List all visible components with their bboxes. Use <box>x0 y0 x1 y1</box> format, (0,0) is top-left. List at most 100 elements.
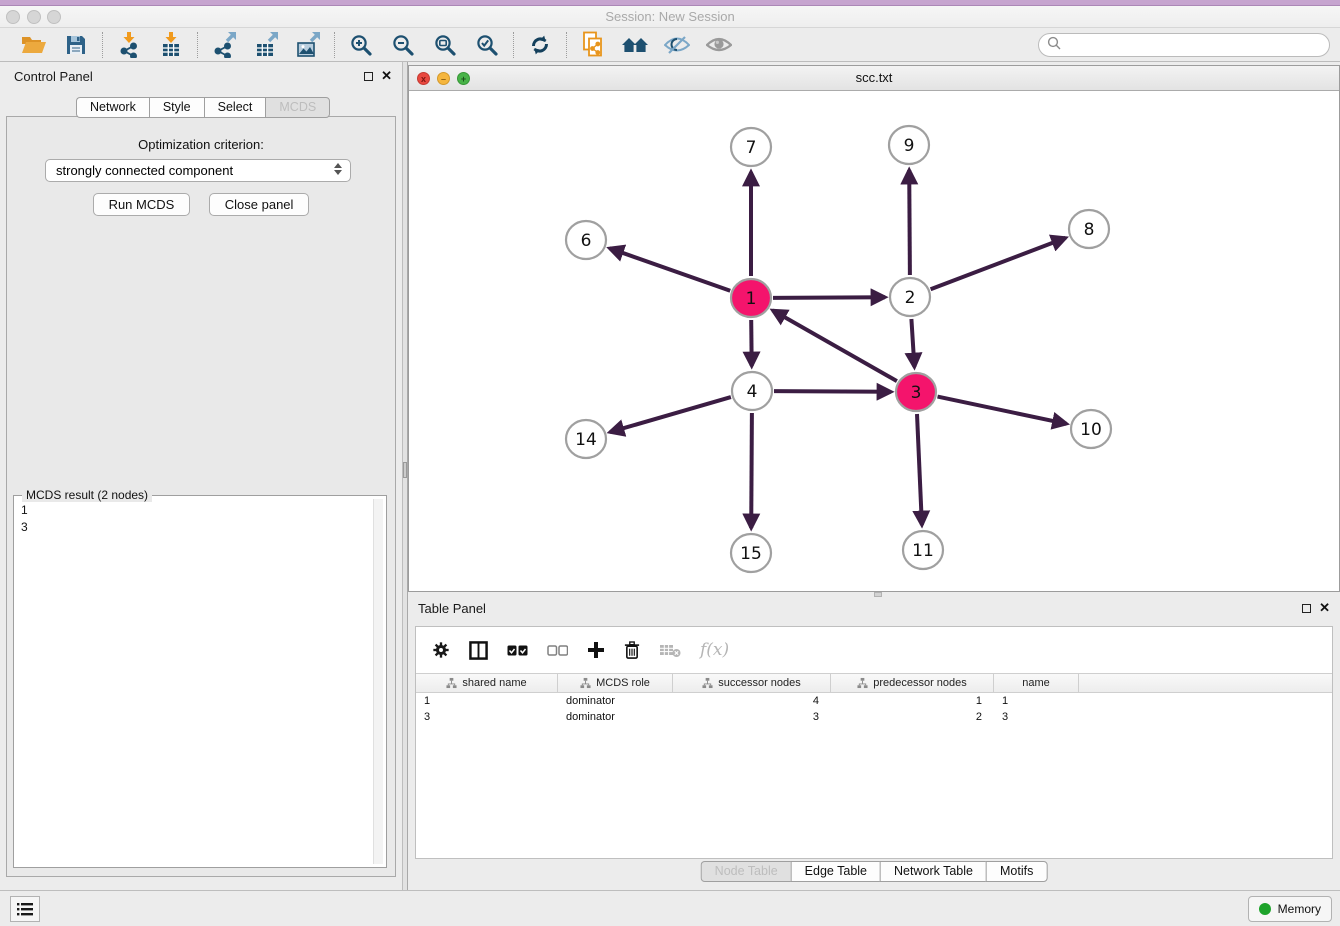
import-table-icon[interactable] <box>157 30 185 60</box>
tab-select[interactable]: Select <box>204 97 266 118</box>
graph-node-2[interactable]: 2 <box>890 278 930 316</box>
refresh-icon[interactable] <box>526 30 554 60</box>
open-session-icon[interactable] <box>20 30 48 60</box>
column-header-shared-name[interactable]: shared name <box>416 674 558 692</box>
network-window-titlebar[interactable]: x – + scc.txt <box>409 66 1339 91</box>
maximize-window-button[interactable] <box>47 10 61 24</box>
graph-node-4[interactable]: 4 <box>732 372 772 410</box>
search-input[interactable] <box>1066 36 1329 54</box>
zoom-selected-icon[interactable] <box>473 30 501 60</box>
show-graphics-details-icon[interactable] <box>705 30 733 60</box>
graph-node-10[interactable]: 10 <box>1071 410 1111 448</box>
minimize-window-button[interactable] <box>27 10 41 24</box>
optimization-criterion-label: Optimization criterion: <box>7 137 395 152</box>
close-panel-icon[interactable]: ✕ <box>381 70 392 82</box>
mcds-result-group: MCDS result (2 nodes) 1 3 <box>13 495 387 868</box>
titlebar[interactable]: Session: New Session <box>0 6 1340 28</box>
show-all-networks-icon[interactable] <box>621 30 649 60</box>
show-column-icon[interactable] <box>469 641 488 660</box>
edge-2-9[interactable] <box>909 170 910 275</box>
tab-network-table[interactable]: Network Table <box>880 861 986 882</box>
edge-3-11[interactable] <box>917 414 922 525</box>
right-column: x – + scc.txt 7968124314101511 <box>408 62 1340 890</box>
edge-4-3[interactable] <box>774 391 891 392</box>
float-panel-icon[interactable] <box>1302 604 1311 613</box>
search-box[interactable] <box>1038 33 1330 57</box>
table-panel-header: Table Panel ✕ <box>408 597 1340 621</box>
run-mcds-button[interactable]: Run MCDS <box>93 193 191 216</box>
status-bar: Memory <box>0 890 1340 926</box>
graph-node-14[interactable]: 14 <box>566 420 606 458</box>
graph-node-7[interactable]: 7 <box>731 128 771 166</box>
edge-2-8[interactable] <box>931 238 1066 289</box>
delete-row-icon[interactable] <box>624 640 640 660</box>
memory-button[interactable]: Memory <box>1248 896 1332 922</box>
column-header-name[interactable]: name <box>994 674 1079 692</box>
hide-graphics-details-icon[interactable] <box>663 30 691 60</box>
hierarchy-icon <box>580 677 591 689</box>
zoom-out-icon[interactable] <box>389 30 417 60</box>
graph-node-15[interactable]: 15 <box>731 534 771 572</box>
import-network-icon[interactable] <box>115 30 143 60</box>
edge-1-6[interactable] <box>610 248 731 290</box>
edge-3-1[interactable] <box>773 310 897 381</box>
tab-node-table[interactable]: Node Table <box>701 861 791 882</box>
edge-1-4[interactable] <box>751 320 752 366</box>
edge-4-15[interactable] <box>751 413 752 528</box>
table-row[interactable]: 3 dominator 3 2 3 <box>416 709 1332 725</box>
edge-2-3[interactable] <box>911 319 914 367</box>
task-history-button[interactable] <box>10 896 40 922</box>
tab-edge-table[interactable]: Edge Table <box>791 861 880 882</box>
close-window-button[interactable] <box>6 10 20 24</box>
select-all-icon[interactable] <box>507 645 528 656</box>
close-panel-icon[interactable]: ✕ <box>1319 602 1330 614</box>
graph-node-6[interactable]: 6 <box>566 221 606 259</box>
svg-text:1: 1 <box>746 289 757 309</box>
result-scrollbar[interactable] <box>373 499 383 864</box>
deselect-all-icon[interactable] <box>547 645 568 656</box>
edge-4-14[interactable] <box>610 397 731 432</box>
column-header-mcds-role[interactable]: MCDS role <box>558 674 673 692</box>
export-table-icon[interactable] <box>252 30 280 60</box>
splitter-handle[interactable] <box>403 462 407 478</box>
add-row-icon[interactable] <box>587 641 605 659</box>
network-minimize-button[interactable]: – <box>437 72 450 85</box>
zoom-in-icon[interactable] <box>347 30 375 60</box>
delete-table-icon[interactable] <box>659 643 681 658</box>
table-header-row: shared name MCDS role successor nodes <box>416 673 1332 693</box>
graph-node-1[interactable]: 1 <box>731 279 771 317</box>
column-header-predecessor-nodes[interactable]: predecessor nodes <box>831 674 994 692</box>
tab-style[interactable]: Style <box>149 97 204 118</box>
network-canvas[interactable]: 7 9 6 8 1 2 4 3 14 10 15 11 <box>409 91 1339 591</box>
network-close-button[interactable]: x <box>417 72 430 85</box>
graph-node-8[interactable]: 8 <box>1069 210 1109 248</box>
edge-3-10[interactable] <box>938 397 1067 424</box>
export-image-icon[interactable] <box>294 30 322 60</box>
column-header-successor-nodes[interactable]: successor nodes <box>673 674 831 692</box>
zoom-fit-icon[interactable] <box>431 30 459 60</box>
apply-function-icon[interactable]: f(x) <box>700 640 729 660</box>
network-maximize-button[interactable]: + <box>457 72 470 85</box>
save-session-icon[interactable] <box>62 30 90 60</box>
export-network-icon[interactable] <box>210 30 238 60</box>
svg-text:2: 2 <box>905 288 916 308</box>
cell-mcds-role: dominator <box>558 711 673 723</box>
mcds-result-textarea[interactable]: 1 3 <box>17 499 372 864</box>
optimization-criterion-select[interactable]: strongly connected component <box>45 159 351 182</box>
cell-shared-name: 1 <box>416 695 558 707</box>
table-settings-icon[interactable] <box>432 641 450 659</box>
graph-node-3[interactable]: 3 <box>896 373 936 411</box>
table-row[interactable]: 1 dominator 4 1 1 <box>416 693 1332 709</box>
tab-mcds[interactable]: MCDS <box>265 97 330 118</box>
svg-text:4: 4 <box>747 382 758 402</box>
tab-motifs[interactable]: Motifs <box>986 861 1047 882</box>
float-panel-icon[interactable] <box>364 72 373 81</box>
edge-1-2[interactable] <box>773 297 885 298</box>
close-panel-button[interactable]: Close panel <box>209 193 310 216</box>
graph-node-9[interactable]: 9 <box>889 126 929 164</box>
list-icon <box>17 903 33 916</box>
clone-network-icon[interactable] <box>579 30 607 60</box>
tab-network[interactable]: Network <box>76 97 149 118</box>
graph-node-11[interactable]: 11 <box>903 531 943 569</box>
cell-successor-nodes: 4 <box>673 695 831 707</box>
